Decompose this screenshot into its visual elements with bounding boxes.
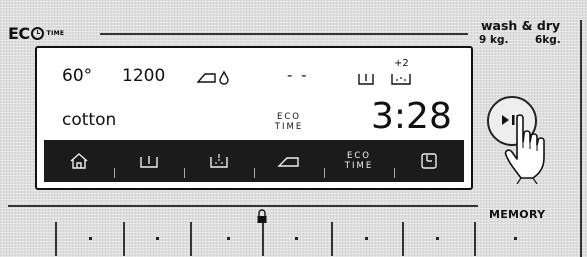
function-eco-time[interactable]: ECO TIME: [324, 140, 394, 182]
home-button-dot: [89, 237, 92, 240]
spin-button-dot: [156, 237, 159, 240]
eco-time-icon-line2: TIME: [344, 161, 374, 171]
memory-label: MEMORY: [489, 208, 546, 221]
function-soil-level[interactable]: [184, 140, 254, 182]
eco-time-indicator: ECO TIME: [269, 112, 309, 132]
divider-4: [262, 222, 264, 256]
brand-eco: EC: [8, 23, 30, 43]
delay-timer-icon: [421, 153, 437, 169]
soil-level-button[interactable]: [218, 225, 240, 251]
program-name: cotton: [62, 110, 117, 130]
eco-time-icon: ECO TIME: [345, 151, 373, 171]
divider-2: [123, 222, 125, 256]
iron-drop-icon: [196, 70, 229, 85]
eco-time-indicator-line1: ECO: [277, 112, 301, 122]
iron-button[interactable]: [286, 225, 308, 251]
dose-plus-value: +2: [394, 58, 409, 69]
memory-button[interactable]: [505, 225, 527, 251]
lcd-display: 60° 1200 - - +2 cotton ECO TIME 3:28 ECO…: [35, 46, 473, 190]
hand-pointer-icon: [504, 114, 545, 184]
divider-6: [402, 222, 404, 256]
eco-time-button[interactable]: [356, 225, 378, 251]
eco-time-icon-line1: ECO: [347, 151, 371, 161]
eco-time-indicator-line2: TIME: [274, 122, 304, 132]
spin-button[interactable]: [147, 225, 169, 251]
top-rule: [100, 33, 468, 35]
brand-logo: EC TIME: [8, 23, 64, 43]
temperature-value: 60°: [62, 66, 93, 86]
lock-icon: [257, 209, 267, 223]
divider-1: [55, 222, 57, 256]
spin-speed-value: 1200: [122, 66, 166, 86]
capacity-wash: 9 kg.: [479, 34, 509, 46]
iron-icon: [277, 157, 299, 167]
home-icon: [70, 153, 88, 169]
spin-icon: [140, 156, 158, 168]
soil-level-icon: [210, 154, 228, 168]
soil-small-icon: [391, 74, 411, 85]
function-spin[interactable]: [114, 140, 184, 182]
remaining-time: 3:28: [371, 96, 452, 137]
brand-clock-icon: [30, 26, 44, 40]
divider-3: [190, 222, 192, 256]
eco-time-button-dot: [365, 237, 368, 240]
soil-level-button-dot: [227, 237, 230, 240]
right-vertical-rule: [580, 20, 582, 257]
function-home[interactable]: [44, 140, 114, 182]
brand-time: TIME: [46, 29, 65, 37]
capacity-dry: 6kg.: [535, 34, 561, 46]
product-name: wash & dry: [481, 18, 561, 33]
memory-button-dot: [514, 237, 517, 240]
iron-button-dot: [295, 237, 298, 240]
dashes-value: - -: [287, 66, 309, 84]
function-bar: ECO TIME: [44, 140, 464, 182]
function-delay-timer[interactable]: [394, 140, 464, 182]
divider-5: [331, 222, 333, 256]
home-button[interactable]: [80, 225, 102, 251]
divider-7: [474, 222, 476, 256]
function-iron[interactable]: [254, 140, 324, 182]
spin-small-icon: [358, 74, 374, 85]
delay-timer-button-dot: [436, 237, 439, 240]
lower-rule: [8, 205, 478, 207]
delay-timer-button[interactable]: [427, 225, 449, 251]
